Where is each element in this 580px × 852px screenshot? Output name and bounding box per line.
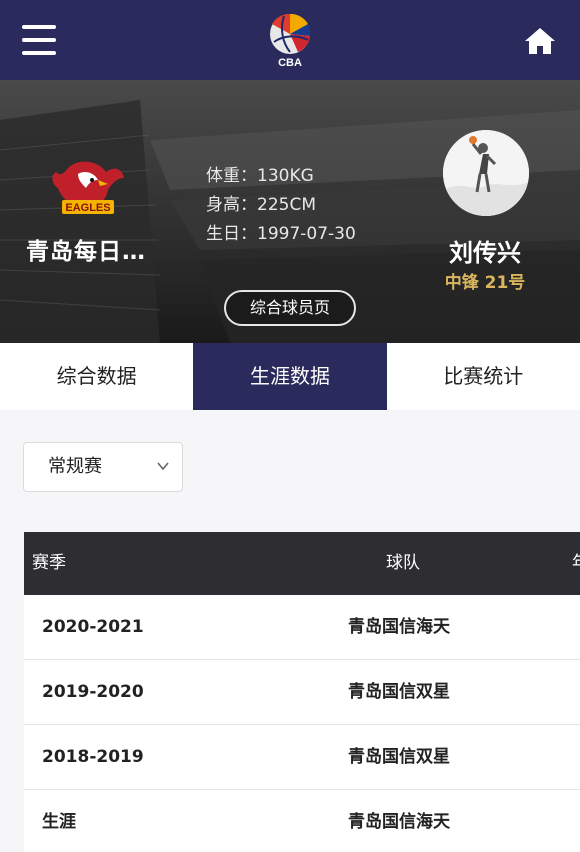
stats-tabs: 综合数据 生涯数据 比赛统计 (0, 343, 580, 410)
row-team: 青岛国信海天 (348, 617, 450, 637)
cba-logo[interactable]: CBA (266, 12, 314, 69)
row-season: 生涯 (42, 812, 76, 832)
player-position: 中锋 21号 (444, 273, 526, 293)
row-team: 青岛国信海天 (348, 812, 450, 832)
row-season: 2019-2020 (42, 682, 144, 702)
column-header-season[interactable]: 赛季 (32, 532, 66, 595)
season-type-value: 常规赛 (48, 456, 102, 477)
svg-text:CBA: CBA (278, 57, 302, 68)
player-hero: EAGLES 青岛每日… 体重：130KG 身高：225CM 生日：1997-0… (0, 80, 580, 343)
row-season: 2018-2019 (42, 747, 144, 767)
table-header: 赛季 球队 年 (24, 532, 580, 595)
top-bar: CBA (0, 0, 580, 80)
tab-career-stats[interactable]: 生涯数据 (193, 343, 387, 410)
player-avatar (443, 130, 529, 216)
table-row[interactable]: 生涯 青岛国信海天 (24, 790, 580, 852)
tab-game-stats[interactable]: 比赛统计 (387, 343, 580, 410)
column-header-team[interactable]: 球队 (386, 532, 420, 595)
row-team: 青岛国信双星 (348, 682, 450, 702)
row-team: 青岛国信双星 (348, 747, 450, 767)
chevron-down-icon (157, 462, 169, 471)
table-row[interactable]: 2019-2020 青岛国信双星 (24, 660, 580, 725)
home-icon[interactable] (524, 26, 556, 56)
player-profile-button[interactable]: 综合球员页 (224, 290, 356, 326)
hamburger-menu-icon[interactable] (22, 25, 56, 55)
tab-overall-stats[interactable]: 综合数据 (0, 343, 193, 410)
career-content: 常规赛 赛季 球队 年 2020-2021 青岛国信海天 2019-2020 青… (0, 410, 580, 852)
player-height: 身高：225CM (206, 195, 316, 215)
page: CBA EAGLES 青岛每日… 体重：130KG 身高：225CM 生日：19… (0, 0, 580, 852)
row-season: 2020-2021 (42, 617, 144, 637)
team-logo[interactable]: EAGLES (48, 158, 126, 224)
player-weight: 体重：130KG (206, 166, 314, 186)
player-birthday: 生日：1997-07-30 (206, 224, 356, 244)
table-row[interactable]: 2020-2021 青岛国信海天 (24, 595, 580, 660)
svg-text:EAGLES: EAGLES (65, 202, 110, 214)
career-stats-table: 赛季 球队 年 2020-2021 青岛国信海天 2019-2020 青岛国信双… (24, 532, 580, 852)
column-header-cut[interactable]: 年 (572, 532, 580, 595)
season-type-select[interactable]: 常规赛 (23, 442, 183, 492)
player-stats: 体重：130KG 身高：225CM 生日：1997-07-30 (206, 162, 356, 249)
table-row[interactable]: 2018-2019 青岛国信双星 (24, 725, 580, 790)
team-name[interactable]: 青岛每日… (26, 232, 146, 266)
player-name: 刘传兴 (449, 239, 521, 267)
